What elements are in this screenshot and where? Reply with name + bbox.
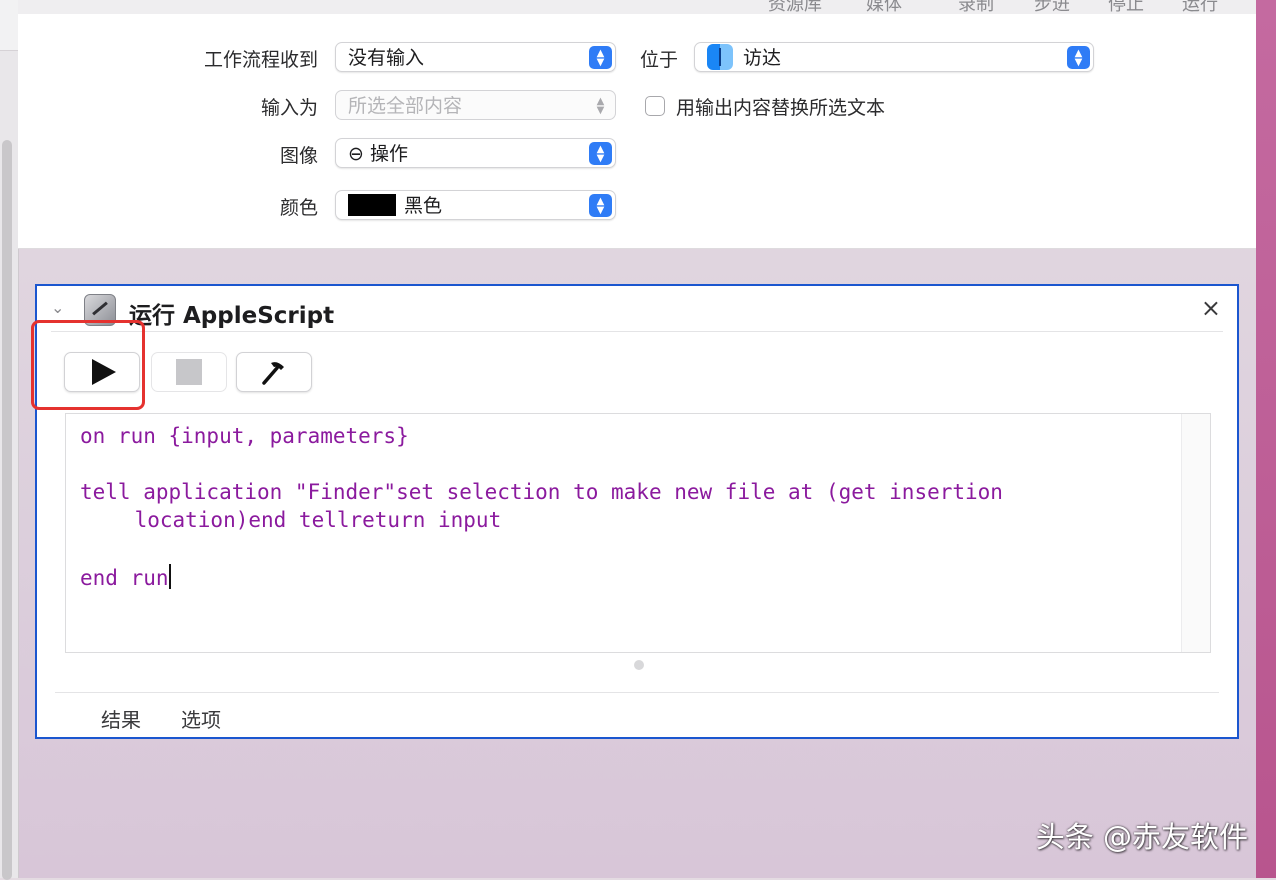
image-label: 图像 — [279, 145, 318, 167]
editor-scrollbar[interactable] — [1181, 414, 1210, 652]
tab-options[interactable]: 选项 — [181, 704, 221, 733]
toolbar-library-button[interactable]: 资源库 — [768, 0, 822, 14]
script-editor[interactable]: on run {input, parameters} tell applicat… — [65, 413, 1211, 653]
receives-label: 工作流程收到 — [203, 49, 318, 71]
text-caret — [168, 564, 171, 589]
watermark-text: 头条 @赤友软件 — [1035, 820, 1248, 854]
color-stepper-icon: ▲ ▼ — [589, 194, 612, 217]
left-scrollbar-thumb[interactable] — [2, 140, 12, 880]
resize-handle[interactable] — [634, 660, 644, 670]
toolbar-clipped: 资源库 媒体 录制 步进 停止 运行 — [18, 0, 1256, 15]
input-is-stepper-icon: ▲ ▼ — [596, 95, 605, 116]
color-swatch — [348, 194, 396, 216]
stop-icon — [176, 359, 202, 385]
input-is-label: 输入为 — [260, 97, 318, 119]
code-line: location)end tellreturn input — [84, 508, 502, 532]
color-value: 黑色 — [404, 195, 443, 217]
toolbar-step-button[interactable]: 步进 — [1034, 0, 1070, 14]
stop-script-button — [151, 352, 227, 392]
in-app-popup[interactable]: 访达 ▲ ▼ — [694, 42, 1094, 72]
desktop-edge — [1256, 0, 1276, 878]
code-line-last: end run — [80, 564, 171, 590]
replace-selected-text-label: 用输出内容替换所选文本 — [676, 97, 886, 119]
hammer-icon — [262, 362, 284, 385]
toolbar-stop-button[interactable]: 停止 — [1108, 0, 1144, 14]
code-line: end run — [80, 566, 169, 590]
run-button-highlight — [31, 320, 145, 410]
image-value: ⊖ 操作 — [348, 143, 408, 165]
receives-value: 没有输入 — [348, 47, 425, 69]
left-strip-top — [0, 0, 18, 51]
workflow-settings-panel: 工作流程收到 没有输入 ▲ ▼ 位于 访达 ▲ ▼ 输入为 所选全部内容 ▲ ▼ 用输… — [18, 14, 1256, 249]
color-popup[interactable]: 黑色 ▲ ▼ — [335, 190, 616, 220]
code-line: on run {input, parameters} — [80, 424, 409, 448]
toolbar-record-button[interactable]: 录制 — [958, 0, 994, 14]
toolbar-run-button[interactable]: 运行 — [1182, 0, 1218, 14]
in-app-value: 访达 — [743, 47, 782, 69]
code-line: tell application "Finder"set selection t… — [80, 480, 1003, 504]
in-app-stepper-icon: ▲ ▼ — [1067, 46, 1090, 69]
input-is-popup: 所选全部内容 ▲ ▼ — [335, 90, 616, 120]
tab-results[interactable]: 结果 — [101, 704, 141, 733]
title-divider — [51, 331, 1223, 332]
footer-divider — [55, 692, 1219, 693]
replace-selected-text-checkbox[interactable] — [645, 96, 665, 116]
image-stepper-icon: ▲ ▼ — [589, 142, 612, 165]
left-scroll-strip — [0, 0, 19, 880]
compile-script-button[interactable] — [236, 352, 312, 392]
close-icon[interactable]: × — [1201, 294, 1221, 322]
toolbar-media-button[interactable]: 媒体 — [866, 0, 902, 14]
action-title: 运行 AppleScript — [129, 303, 335, 329]
input-is-value: 所选全部内容 — [348, 95, 463, 117]
color-label: 颜色 — [279, 197, 318, 219]
in-label: 位于 — [639, 49, 678, 71]
finder-icon — [707, 43, 733, 70]
collapse-chevron-icon[interactable]: ⌄ — [51, 298, 64, 317]
run-applescript-action[interactable]: ⌄ 运行 AppleScript × on run {input, parame… — [31, 284, 1239, 739]
image-popup[interactable]: ⊖ 操作 ▲ ▼ — [335, 138, 616, 168]
